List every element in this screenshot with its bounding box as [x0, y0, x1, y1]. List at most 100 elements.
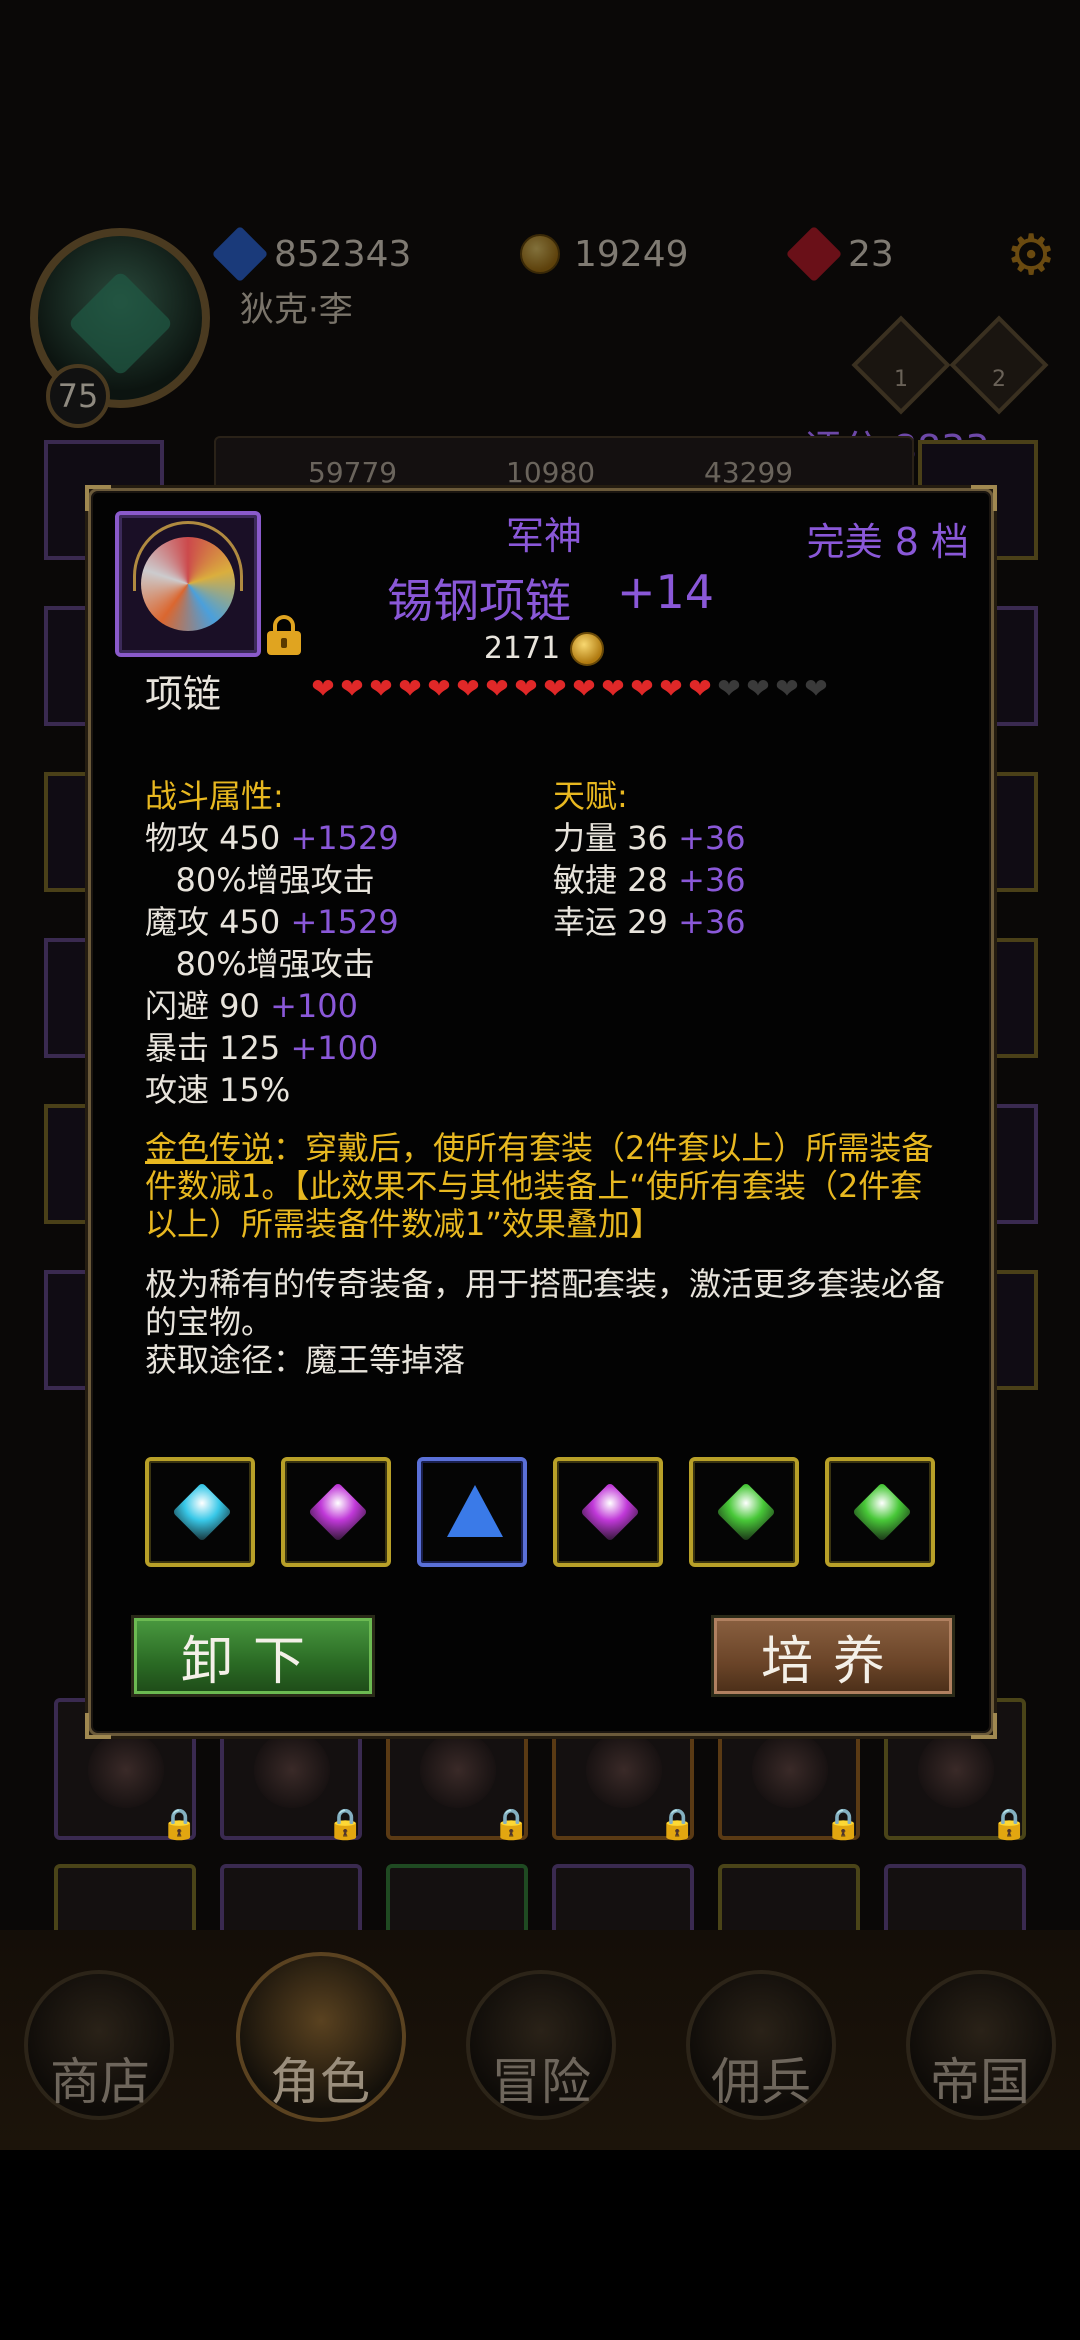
stat-value: 80%增强攻击 [145, 861, 375, 899]
heart-empty-icon: ❤ [775, 672, 799, 705]
cyan-diamond-gem-icon [172, 1482, 232, 1542]
stat-value: 幸运 29 [553, 903, 668, 941]
nav-character-label: 角色 [270, 2053, 370, 2111]
item-enhance-level: +14 [617, 565, 715, 619]
heart-empty-icon: ❤ [746, 672, 770, 705]
heart-filled-icon: ❤ [456, 672, 480, 705]
lock-icon: 🔒 [492, 1807, 530, 1842]
nav-adventure-label: 冒险 [491, 2053, 591, 2111]
emblem-icon [752, 1732, 828, 1808]
blue-gem-icon [211, 225, 269, 283]
hooded-figure-icon [67, 270, 174, 377]
gem-socket[interactable] [689, 1457, 799, 1567]
heart-filled-icon: ❤ [311, 672, 335, 705]
stat-strip-value: 59779 [308, 456, 398, 489]
combat-stat-line: 物攻 450 +1529 [145, 813, 399, 859]
frame-corner [85, 1713, 111, 1739]
heart-filled-icon: ❤ [543, 672, 567, 705]
blue-triangle-gem-icon [447, 1485, 503, 1537]
combat-stat-line: 魔攻 450 +1529 [145, 897, 399, 943]
red-gem-icon [785, 225, 843, 283]
acquisition-text: 获取途径：魔王等掉落 [145, 1341, 466, 1379]
heart-filled-icon: ❤ [427, 672, 451, 705]
stat-bonus: +36 [678, 903, 746, 941]
gem-sockets [145, 1457, 945, 1567]
stat-bonus: +100 [290, 1029, 379, 1067]
gold-resource: 19249 [520, 222, 689, 286]
stat-value: 敏捷 28 [553, 861, 668, 899]
lock-icon: 🔒 [326, 1807, 364, 1842]
frame-corner [971, 1713, 997, 1739]
heart-filled-icon: ❤ [659, 672, 683, 705]
stat-bonus: +36 [678, 861, 746, 899]
gem-socket[interactable] [145, 1457, 255, 1567]
stat-bonus: +1529 [290, 903, 399, 941]
stat-value: 力量 36 [553, 819, 668, 857]
unequip-button[interactable]: 卸下 [131, 1615, 375, 1697]
heart-filled-icon: ❤ [688, 672, 712, 705]
lock-icon: 🔒 [824, 1807, 862, 1842]
stat-value: 80%增强攻击 [145, 945, 375, 983]
stat-strip-value: 43299 [704, 456, 794, 489]
legend-effect: 金色传说：穿戴后，使所有套装（2件套以上）所需装备件数减1。【此效果不与其他装备… [145, 1129, 945, 1243]
gem-socket[interactable] [553, 1457, 663, 1567]
gold-count: 19249 [574, 233, 689, 275]
gold-coin-icon [570, 631, 605, 666]
combat-stat-line: 闪避 90 +100 [145, 981, 358, 1027]
combat-stat-line: 80%增强攻击 [145, 855, 375, 901]
stat-bonus: +36 [678, 819, 746, 857]
rank-badge-1[interactable]: 1 [851, 315, 951, 415]
item-price: 2171 [91, 631, 997, 666]
emblem-icon [420, 1732, 496, 1808]
green-diamond-gem-icon [852, 1482, 912, 1542]
combat-stat-line: 暴击 125 +100 [145, 1023, 378, 1069]
purple-diamond-gem-icon [308, 1482, 368, 1542]
heart-empty-icon: ❤ [717, 672, 741, 705]
stat-value: 物攻 450 [145, 819, 281, 857]
item-detail-modal: 军神 完美 8 档 锡钢项链 +14 2171 项链 ❤ ❤ ❤ ❤ ❤ ❤ ❤ ❤ ❤ ❤ ❤ ❤ ❤… [85, 485, 997, 1739]
resource-bar: 852343 19249 23 [210, 222, 1070, 292]
heart-filled-icon: ❤ [572, 672, 596, 705]
talent-stat-line: 敏捷 28 +36 [553, 855, 746, 901]
emblem-icon [918, 1732, 994, 1808]
purple-diamond-gem-icon [580, 1482, 640, 1542]
price-value: 2171 [483, 631, 561, 666]
diamond-count: 852343 [274, 233, 412, 275]
legend-effect-title: 金色传说 [145, 1129, 274, 1167]
heart-filled-icon: ❤ [398, 672, 422, 705]
stat-strip: 59779 10980 43299 [214, 436, 914, 496]
diamond-resource: 852343 [211, 222, 412, 286]
heart-filled-icon: ❤ [630, 672, 654, 705]
heart-empty-icon: ❤ [804, 672, 828, 705]
combat-stats-title: 战斗属性: [145, 777, 284, 815]
emblem-icon [88, 1732, 164, 1808]
lock-icon: 🔒 [990, 1807, 1028, 1842]
description-text: 极为稀有的传奇装备，用于搭配套装，激活更多套装必备的宝物。 [145, 1265, 946, 1341]
emblem-icon [586, 1732, 662, 1808]
lock-icon: 🔒 [658, 1807, 696, 1842]
train-button[interactable]: 培养 [711, 1615, 955, 1697]
stat-value: 闪避 90 [145, 987, 260, 1025]
emblem-icon [254, 1732, 330, 1808]
green-diamond-gem-icon [716, 1482, 776, 1542]
gem-socket[interactable] [417, 1457, 527, 1567]
talent-title: 天赋: [553, 777, 628, 815]
talent-stat-line: 幸运 29 +36 [553, 897, 746, 943]
rank-badge-2[interactable]: 2 [949, 315, 1049, 415]
gold-coin-icon [520, 234, 560, 274]
heart-filled-icon: ❤ [485, 672, 509, 705]
item-name: 锡钢项链 [387, 574, 571, 628]
gem-socket[interactable] [281, 1457, 391, 1567]
stat-value: 攻速 15% [145, 1071, 291, 1109]
settings-gear-icon[interactable]: ⚙ [1006, 228, 1056, 284]
heart-filled-icon: ❤ [601, 672, 625, 705]
stat-value: 魔攻 450 [145, 903, 281, 941]
talent-stat-line: 力量 36 +36 [553, 813, 746, 859]
star-rating-hearts: ❤ ❤ ❤ ❤ ❤ ❤ ❤ ❤ ❤ ❤ ❤ ❤ ❤ ❤ ❤ ❤ ❤ ❤ [309, 675, 830, 703]
stat-strip-value: 10980 [506, 456, 596, 489]
gem-resource: 23 [785, 222, 894, 286]
gem-count: 23 [848, 233, 894, 275]
gem-socket[interactable] [825, 1457, 935, 1567]
heart-filled-icon: ❤ [514, 672, 538, 705]
heart-filled-icon: ❤ [340, 672, 364, 705]
